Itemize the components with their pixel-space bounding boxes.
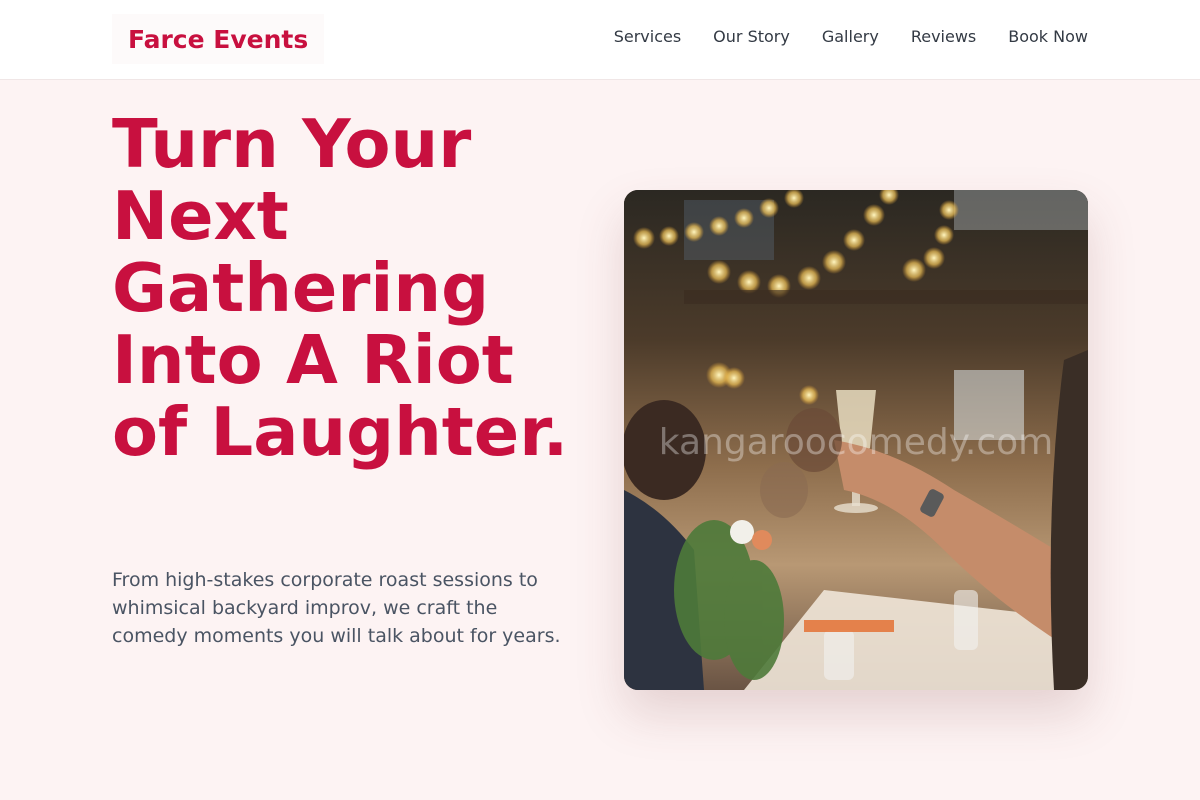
hero-title: Turn Your Next Gathering Into A Riot of …: [112, 105, 569, 471]
nav-services[interactable]: Services: [614, 24, 681, 50]
hero-subtitle: From high-stakes corporate roast session…: [112, 569, 561, 647]
hero-image: kangaroocomedy.com: [624, 190, 1088, 690]
image-watermark: kangaroocomedy.com: [658, 422, 1054, 463]
nav-gallery[interactable]: Gallery: [822, 24, 879, 50]
main-nav: Services Our Story Gallery Reviews Book …: [614, 24, 1088, 50]
nav-book-now[interactable]: Book Now: [1008, 24, 1088, 50]
nav-our-story[interactable]: Our Story: [713, 24, 790, 50]
nav-reviews[interactable]: Reviews: [911, 24, 976, 50]
site-header: Farce Events Services Our Story Gallery …: [0, 0, 1200, 80]
brand-logo[interactable]: Farce Events: [112, 14, 325, 64]
